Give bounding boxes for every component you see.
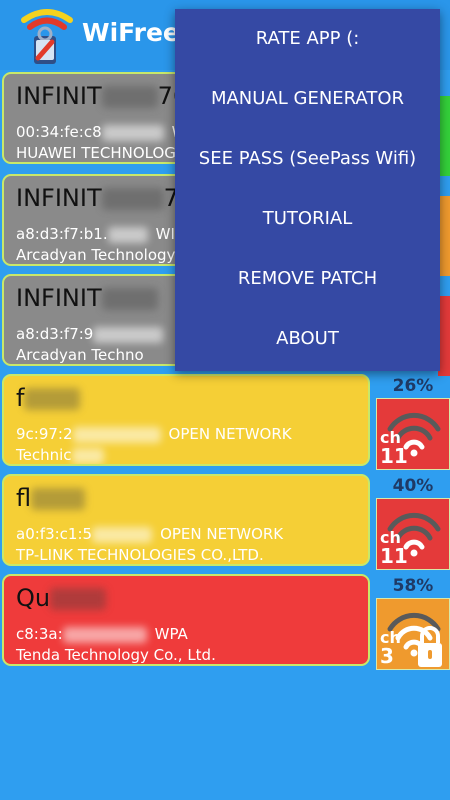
redacted-ssid	[101, 86, 158, 108]
redacted-ssid	[24, 388, 81, 410]
redacted-mac	[107, 226, 148, 243]
network-card[interactable]: f 9c:97:2 OPEN NETWORK Technic	[2, 374, 370, 466]
redacted-mac	[72, 426, 161, 443]
redacted-ssid	[101, 188, 164, 210]
security-label: OPEN NETWORK	[160, 525, 284, 543]
ssid-label: INFINIT	[16, 82, 102, 110]
redacted-mac	[93, 326, 164, 343]
mac-address: 00:34:fe:c8	[16, 123, 102, 141]
menu-item-rate-app[interactable]: RATE APP (:	[175, 9, 440, 69]
ssid-label: INFINIT	[16, 184, 102, 212]
app-logo-icon	[21, 9, 73, 64]
menu-item-manual-generator[interactable]: MANUAL GENERATOR	[175, 69, 440, 129]
vendor-label: Technic	[16, 446, 72, 464]
lock-icon	[418, 626, 442, 667]
mac-address: a0:f3:c1:5	[16, 525, 93, 543]
security-label: WI	[155, 225, 175, 243]
menu-item-remove-patch[interactable]: REMOVE PATCH	[175, 249, 440, 309]
channel-number: 11	[380, 444, 408, 468]
security-label: OPEN NETWORK	[168, 425, 292, 443]
signal-percent: 26%	[392, 376, 434, 396]
vendor-label: Tenda Technology Co., Ltd.	[16, 646, 216, 664]
ssid-label: fl	[16, 484, 32, 512]
network-card[interactable]: Qu c8:3a: WPA Tenda Technology Co., Ltd.	[2, 574, 370, 666]
redacted-vendor	[71, 447, 104, 464]
vendor-label: Arcadyan Technology	[16, 246, 176, 264]
redacted-mac	[101, 124, 164, 141]
signal-percent: 40%	[392, 476, 434, 496]
signal-box: ch 3	[376, 598, 450, 670]
redacted-ssid	[50, 588, 107, 610]
redacted-ssid	[31, 488, 86, 510]
mac-address: a8:d3:f7:b1.	[16, 225, 108, 243]
ssid-label: f	[16, 384, 25, 412]
menu-item-tutorial[interactable]: TUTORIAL	[175, 189, 440, 249]
vendor-label: TP-LINK TECHNOLOGIES CO.,LTD.	[16, 546, 264, 564]
vendor-label: HUAWEI TECHNOLOG	[16, 144, 176, 162]
network-card[interactable]: fl a0:f3:c1:5 OPEN NETWORK TP-LINK TECHNO…	[2, 474, 370, 566]
signal-box: ch 11	[376, 398, 450, 470]
mac-address: 9c:97:2	[16, 425, 73, 443]
redacted-ssid	[101, 288, 158, 310]
mac-address: a8:d3:f7:9	[16, 325, 94, 343]
signal-box: ch 11	[376, 498, 450, 570]
overflow-menu: RATE APP (: MANUAL GENERATOR SEE PASS (S…	[175, 9, 440, 371]
redacted-mac	[92, 526, 153, 543]
channel-number: 11	[380, 544, 408, 568]
redacted-mac	[62, 626, 147, 643]
ssid-label: INFINIT	[16, 284, 102, 312]
ssid-label: Qu	[16, 584, 51, 612]
signal-percent: 58%	[392, 576, 434, 596]
menu-item-about[interactable]: ABOUT	[175, 309, 440, 369]
vendor-label: Arcadyan Techno	[16, 346, 144, 364]
menu-item-see-pass[interactable]: SEE PASS (SeePass Wifi)	[175, 129, 440, 189]
mac-address: c8:3a:	[16, 625, 63, 643]
security-label: WPA	[154, 625, 188, 643]
